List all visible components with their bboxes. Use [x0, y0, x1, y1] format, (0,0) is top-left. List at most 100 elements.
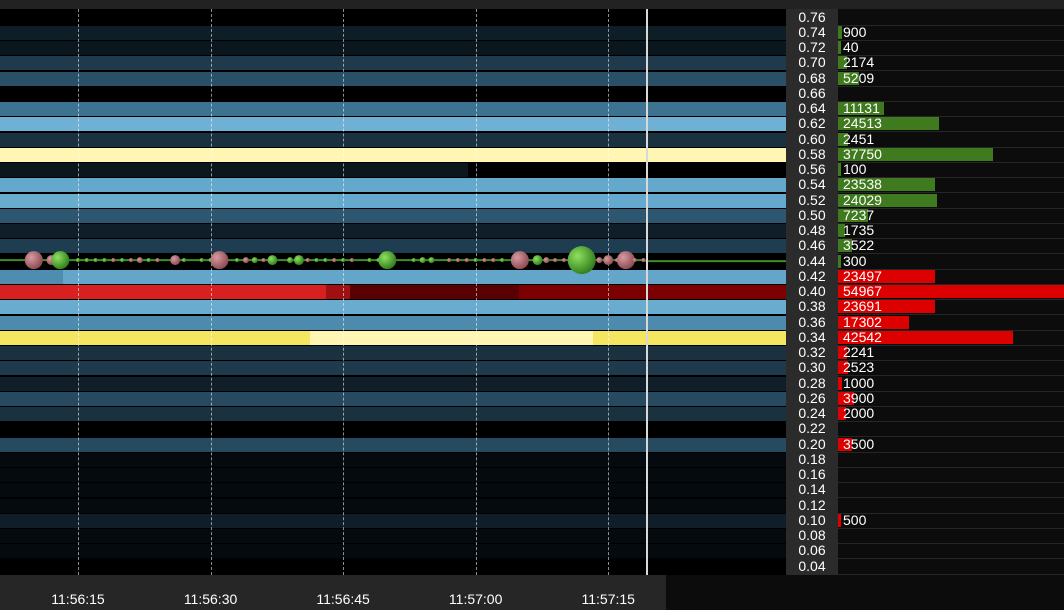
price-label: 0.24	[798, 405, 826, 421]
price-label: 0.52	[798, 191, 826, 208]
depth-size-label: 100	[843, 161, 867, 177]
price-label: 0.12	[798, 496, 826, 513]
sell-trade-bubble	[155, 258, 160, 263]
buy-trade-bubble	[293, 255, 304, 266]
sell-trade-bubble	[447, 258, 452, 263]
depth-size-label: 2174	[843, 54, 875, 71]
depth-row	[838, 482, 1064, 499]
price-label: 0.18	[798, 450, 826, 467]
buy-trade-bubble	[411, 258, 416, 263]
depth-row	[838, 421, 1064, 438]
buy-trade-bubble	[251, 257, 258, 264]
time-axis-spacer	[666, 575, 1064, 610]
ask-depth-bar	[838, 376, 843, 390]
buy-trade-bubble	[341, 258, 346, 263]
order-book-depth-panel: 900 40 2174 5209 11131 24513 2451 37750 100 23538…	[838, 9, 1064, 575]
sell-trade-bubble	[596, 257, 603, 264]
depth-size-label: 2241	[843, 344, 875, 360]
price-label: 0.74	[798, 23, 826, 40]
price-label: 0.20	[798, 435, 826, 452]
depth-row	[838, 467, 1064, 483]
price-label: 0.42	[798, 267, 826, 284]
buy-trade-bubble	[500, 258, 505, 263]
sell-trade-bubble	[111, 258, 116, 263]
depth-size-label: 11131	[843, 100, 880, 116]
sell-trade-bubble	[543, 257, 550, 264]
buy-trade-bubble	[93, 258, 98, 263]
depth-size-label: 7237	[843, 206, 875, 223]
top-bar	[0, 0, 1064, 9]
sell-trade-bubble	[332, 258, 337, 263]
price-label: 0.56	[798, 161, 826, 177]
sell-trade-bubble	[305, 258, 310, 263]
buy-trade-bubble	[146, 258, 151, 263]
price-label: 0.44	[798, 252, 826, 269]
bid-depth-bar	[838, 25, 842, 39]
bid-depth-bar	[838, 163, 841, 176]
ask-depth-bar	[838, 513, 841, 527]
depth-row	[838, 498, 1064, 514]
depth-size-label: 5209	[843, 69, 875, 86]
price-label: 0.76	[798, 8, 826, 25]
sell-trade-bubble	[349, 258, 354, 263]
sell-trade-bubble	[455, 258, 460, 263]
buy-trade-bubble	[473, 258, 478, 263]
heatmap-panel[interactable]	[0, 9, 786, 575]
sell-trade-bubble	[616, 251, 635, 270]
depth-row	[838, 10, 1064, 26]
time-label: 11:56:45	[316, 591, 370, 607]
sell-trade-bubble	[170, 255, 181, 266]
depth-size-label: 1000	[843, 374, 875, 391]
price-label: 0.48	[798, 222, 826, 238]
current-time-line	[645, 9, 648, 575]
sell-trade-bubble	[261, 258, 266, 263]
sell-trade-bubble	[491, 258, 496, 263]
depth-row	[838, 25, 1064, 41]
bid-depth-bar	[838, 254, 841, 268]
buy-trade-bubble	[532, 255, 543, 266]
price-label: 0.72	[798, 39, 826, 55]
price-label: 0.06	[798, 542, 826, 559]
depth-row	[838, 559, 1064, 575]
depth-row	[838, 452, 1064, 468]
depth-size-label: 23497	[843, 267, 882, 284]
depth-size-label: 500	[843, 511, 867, 528]
price-label: 0.62	[798, 115, 826, 132]
price-label: 0.50	[798, 206, 826, 223]
depth-size-label: 900	[843, 23, 867, 40]
price-label: 0.66	[798, 84, 826, 101]
price-label: 0.68	[798, 69, 826, 86]
depth-row	[838, 528, 1064, 544]
buy-trade-bubble	[199, 258, 204, 263]
bid-depth-bar	[838, 41, 841, 54]
buy-trade-bubble	[51, 251, 70, 270]
price-label: 0.36	[798, 313, 826, 330]
buy-trade-bubble	[567, 246, 596, 275]
depth-size-label: 300	[843, 252, 867, 269]
depth-size-label: 3900	[843, 389, 875, 406]
sell-trade-bubble	[210, 251, 229, 270]
depth-size-label: 54967	[843, 283, 882, 299]
buy-trade-bubble	[76, 258, 80, 263]
sell-trade-bubble	[632, 258, 637, 263]
price-label: 0.54	[798, 176, 826, 193]
depth-size-label: 2451	[843, 130, 875, 147]
time-label: 11:56:30	[183, 591, 238, 607]
orderbook-heatmap-app: 0.76 0.74 0.72 0.70 0.68 0.66 0.64 0.62 0.60 0.58…	[0, 0, 1064, 610]
price-label: 0.38	[798, 298, 826, 315]
sell-trade-bubble	[603, 255, 614, 266]
buy-trade-bubble	[419, 257, 426, 264]
sell-trade-bubble	[24, 251, 43, 270]
depth-size-label: 37750	[843, 145, 882, 162]
price-label: 0.14	[798, 481, 826, 498]
buy-trade-bubble	[428, 257, 435, 264]
buy-trade-bubble	[102, 258, 107, 263]
depth-size-label: 23691	[843, 298, 882, 315]
sell-trade-bubble	[482, 258, 487, 263]
buy-trade-bubble	[84, 258, 89, 263]
sell-trade-bubble	[242, 257, 249, 264]
time-axis: 11:56:15 11:56:30 11:56:45 11:57:00 11:57:15	[0, 575, 666, 610]
buy-trade-bubble	[287, 257, 294, 264]
price-label: 0.30	[798, 359, 826, 376]
price-label: 0.10	[798, 511, 826, 528]
